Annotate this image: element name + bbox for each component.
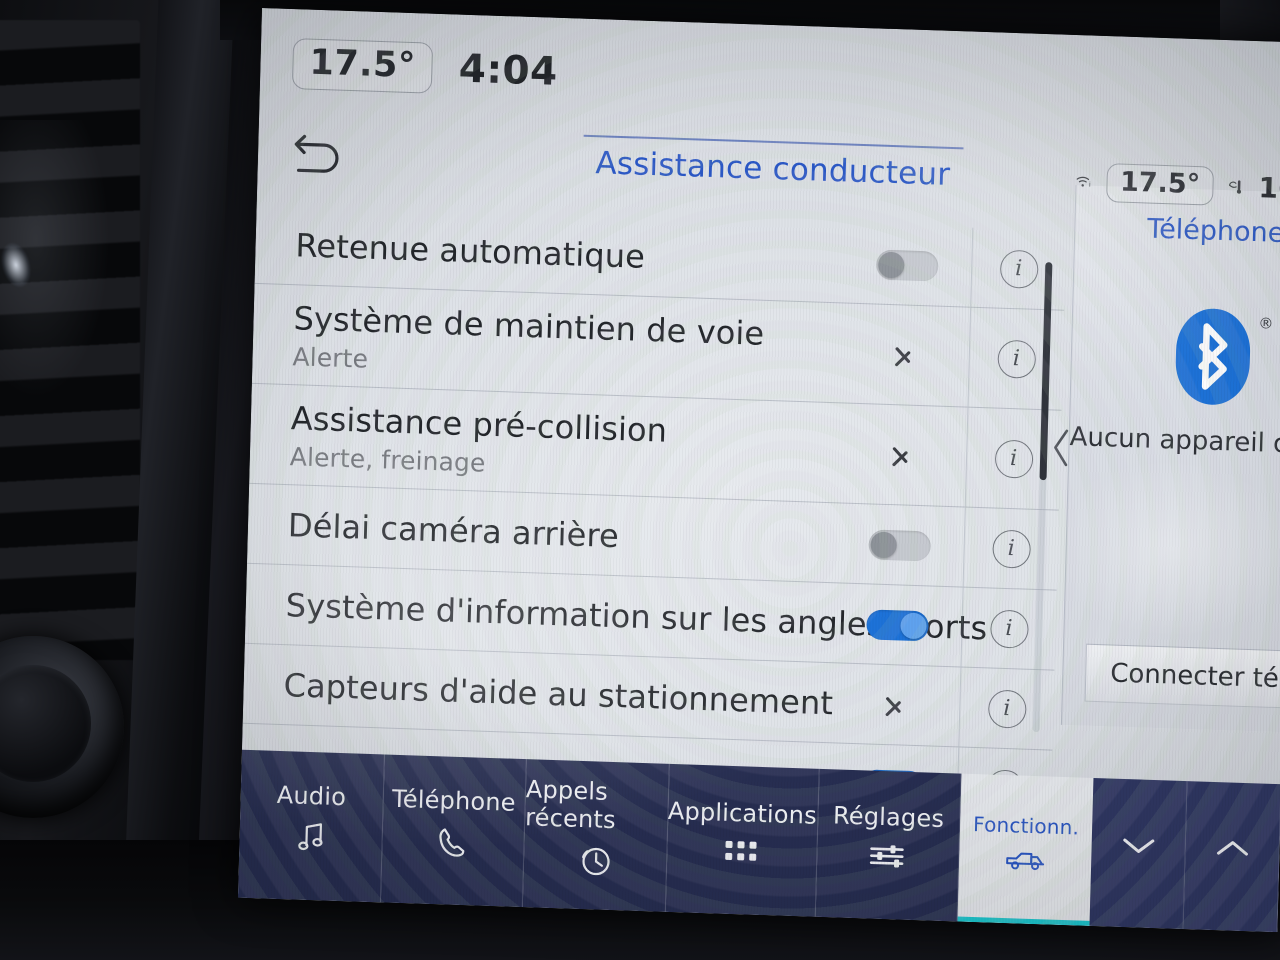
tab-applications[interactable]: Applications bbox=[665, 763, 820, 917]
music-note-icon bbox=[298, 823, 323, 851]
row-control bbox=[843, 248, 972, 282]
row-control bbox=[831, 686, 960, 724]
tab-recent-calls[interactable]: Appels récents bbox=[522, 759, 670, 912]
tab-telephone[interactable]: Téléphone bbox=[380, 754, 527, 908]
chevron-up-icon bbox=[1216, 841, 1248, 856]
info-icon: i bbox=[999, 249, 1039, 289]
toggle-knob bbox=[877, 251, 905, 278]
row-control bbox=[833, 608, 962, 642]
phone-widget-title: Téléphone bbox=[1146, 213, 1280, 250]
info-icon: i bbox=[994, 439, 1034, 479]
svg-text:i: i bbox=[1089, 181, 1091, 189]
app-grid-icon bbox=[725, 840, 757, 861]
toggle-knob bbox=[900, 612, 927, 639]
back-arrow-icon bbox=[294, 134, 339, 173]
cabin-temperature-badge[interactable]: 17.5° bbox=[1106, 162, 1214, 206]
info-icon: i bbox=[987, 688, 1027, 729]
truck-icon bbox=[1006, 852, 1045, 870]
row-control bbox=[840, 336, 969, 374]
phone-widget-panel: Téléphone ® Aucun appareil connecté Conn… bbox=[1060, 185, 1280, 735]
page-title: Assistance conducteur bbox=[594, 145, 951, 193]
setting-title: Capteurs d'aide au stationnement bbox=[283, 665, 834, 722]
row-labels: Système d'information sur les angles mor… bbox=[285, 585, 988, 647]
chevron-down-icon bbox=[1122, 838, 1154, 853]
back-button[interactable] bbox=[289, 123, 352, 179]
climate-setpoint: 16 bbox=[1258, 170, 1280, 205]
title-block: Assistance conducteur bbox=[507, 132, 1038, 196]
settings-list: Retenue automatique i Système de maintie… bbox=[242, 203, 1067, 831]
toggle-knob bbox=[870, 530, 898, 558]
tab-label: Fonctionn. bbox=[972, 811, 1080, 840]
sliders-icon bbox=[870, 845, 905, 868]
info-icon: i bbox=[991, 529, 1031, 569]
toggle-switch[interactable] bbox=[875, 249, 939, 282]
chevron-right-icon[interactable] bbox=[894, 338, 915, 373]
setting-title: Système d'information sur les angles mor… bbox=[285, 585, 988, 647]
clock: 4:04 bbox=[458, 46, 559, 95]
row-labels: Délai caméra arrière bbox=[288, 506, 837, 562]
row-control bbox=[835, 528, 964, 562]
row-labels: Capteurs d'aide au stationnement bbox=[283, 665, 834, 722]
outside-temperature-badge: 17.5° bbox=[291, 37, 434, 94]
seat-heat-icon bbox=[1228, 180, 1241, 194]
tab-label: Téléphone bbox=[391, 784, 517, 817]
infotainment-photo: 17.5° 4:04 Assistance conducteur Retenue… bbox=[0, 0, 1280, 960]
tab-label: Applications bbox=[667, 796, 818, 830]
wifi-icon: i bbox=[1076, 176, 1091, 189]
clock-icon bbox=[581, 847, 610, 876]
bluetooth-icon: ® bbox=[1174, 307, 1274, 406]
tab-label: Réglages bbox=[832, 801, 945, 834]
row-labels: Assistance pré-collision Alerte, freinag… bbox=[289, 399, 839, 489]
setting-title: Retenue automatique bbox=[295, 225, 646, 276]
toggle-switch[interactable] bbox=[868, 528, 932, 561]
tab-label: Appels récents bbox=[524, 775, 617, 835]
infotainment-screen: 17.5° 4:04 Assistance conducteur Retenue… bbox=[237, 8, 1280, 933]
chevron-right-icon[interactable] bbox=[885, 688, 906, 723]
tab-label: Audio bbox=[276, 780, 347, 812]
row-control bbox=[838, 436, 967, 474]
info-icon: i bbox=[996, 339, 1036, 379]
chevron-left-icon bbox=[1054, 429, 1069, 467]
climate-knob[interactable] bbox=[0, 636, 124, 818]
setting-title: Délai caméra arrière bbox=[287, 505, 620, 555]
nav-up-button[interactable] bbox=[1183, 781, 1280, 933]
row-labels: Système de maintien de voie Alerte bbox=[292, 299, 842, 389]
info-icon: i bbox=[989, 608, 1029, 649]
side-panel-collapse-button[interactable] bbox=[1048, 424, 1075, 471]
tab-audio[interactable]: Audio bbox=[237, 749, 385, 903]
chevron-right-icon[interactable] bbox=[892, 438, 913, 473]
tab-settings[interactable]: Réglages bbox=[815, 768, 962, 922]
trademark-symbol: ® bbox=[1258, 314, 1274, 333]
bluetooth-glyph bbox=[1197, 323, 1227, 390]
row-labels: Retenue automatique bbox=[295, 226, 844, 282]
climate-status-bar: i 17.5° 16 bbox=[1067, 153, 1280, 217]
phone-connection-status: Aucun appareil connecté bbox=[1069, 422, 1280, 463]
nav-down-button[interactable] bbox=[1089, 777, 1188, 930]
tab-functions[interactable]: Fonctionn. bbox=[957, 773, 1094, 926]
phone-icon bbox=[439, 828, 465, 857]
connect-phone-button[interactable]: Connecter téléphone bbox=[1084, 643, 1280, 712]
toggle-switch[interactable] bbox=[866, 608, 929, 641]
